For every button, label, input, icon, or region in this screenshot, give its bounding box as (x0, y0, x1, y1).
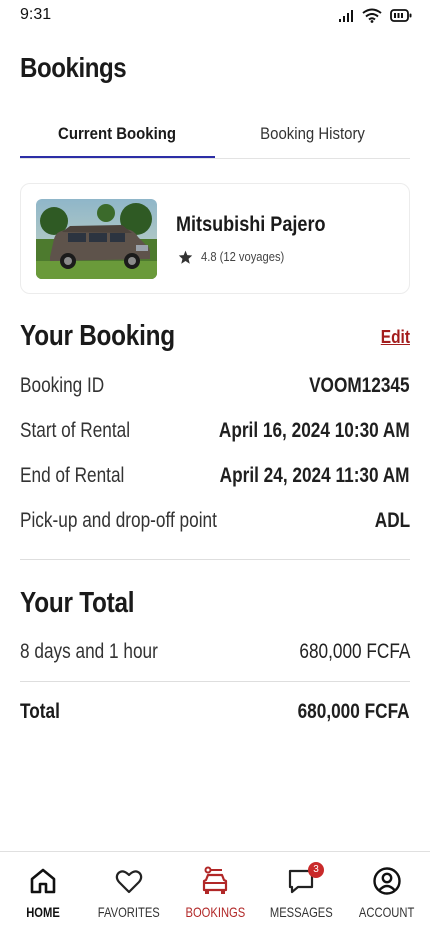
heart-icon (115, 870, 143, 894)
booking-row-location: Pick-up and drop-off point ADL (20, 509, 410, 537)
signal-icon (339, 9, 353, 22)
page-title: Bookings (20, 52, 127, 83)
car-name: Mitsubishi Pajero (176, 213, 326, 236)
nav-bookings[interactable]: BOOKINGS (172, 852, 258, 932)
row-value: ADL (374, 509, 410, 532)
messages-badge: 3 (308, 862, 324, 878)
status-icons (338, 8, 412, 23)
total-row-duration: 8 days and 1 hour 680,000 FCFA (20, 640, 410, 668)
nav-messages[interactable]: 3 MESSAGES (258, 852, 344, 932)
edit-booking-link[interactable]: Edit (381, 327, 410, 348)
bottom-nav: HOME FAVORITES BOOKINGS 3 MESSAGES ACCOU… (0, 851, 430, 932)
battery-icon (390, 9, 412, 22)
status-bar: 9:31 (0, 0, 430, 32)
row-label: Start of Rental (20, 419, 131, 442)
total-label: Total (20, 700, 60, 723)
row-label: Booking ID (20, 374, 105, 397)
star-icon (178, 250, 193, 264)
nav-favorites[interactable]: FAVORITES (86, 852, 172, 932)
row-label: 8 days and 1 hour (20, 640, 158, 663)
booking-section-title: Your Booking (20, 320, 175, 352)
car-icon (202, 866, 228, 894)
row-label: End of Rental (20, 464, 125, 487)
booking-row-end: End of Rental April 24, 2024 11:30 AM (20, 464, 410, 492)
total-value: 680,000 FCFA (298, 700, 410, 723)
row-value: April 24, 2024 11:30 AM (220, 464, 410, 487)
car-rating: 4.8 (12 voyages) (178, 249, 298, 264)
total-section-title: Your Total (20, 587, 135, 619)
car-image (36, 199, 157, 279)
nav-home[interactable]: HOME (0, 852, 86, 932)
car-card[interactable]: Mitsubishi Pajero 4.8 (12 voyages) (20, 183, 410, 294)
user-circle-icon (373, 867, 401, 895)
tab-current-booking[interactable]: Current Booking (20, 118, 215, 158)
row-value: 680,000 FCFA (298, 640, 410, 663)
car-rating-text: 4.8 (12 voyages) (201, 249, 285, 264)
tab-booking-history[interactable]: Booking History (215, 118, 410, 158)
row-value: April 16, 2024 10:30 AM (219, 419, 410, 442)
row-value: VOOM12345 (309, 374, 410, 397)
booking-row-start: Start of Rental April 16, 2024 10:30 AM (20, 419, 410, 447)
total-row-grand: Total 680,000 FCFA (20, 700, 410, 728)
divider (20, 559, 410, 560)
row-label: Pick-up and drop-off point (20, 509, 217, 532)
booking-row-id: Booking ID VOOM12345 (20, 374, 410, 402)
booking-tabs: Current Booking Booking History (20, 118, 410, 159)
status-time: 9:31 (20, 6, 52, 23)
wifi-icon (362, 8, 382, 23)
nav-account[interactable]: ACCOUNT (344, 852, 430, 932)
divider (20, 681, 410, 682)
home-icon (30, 868, 56, 894)
